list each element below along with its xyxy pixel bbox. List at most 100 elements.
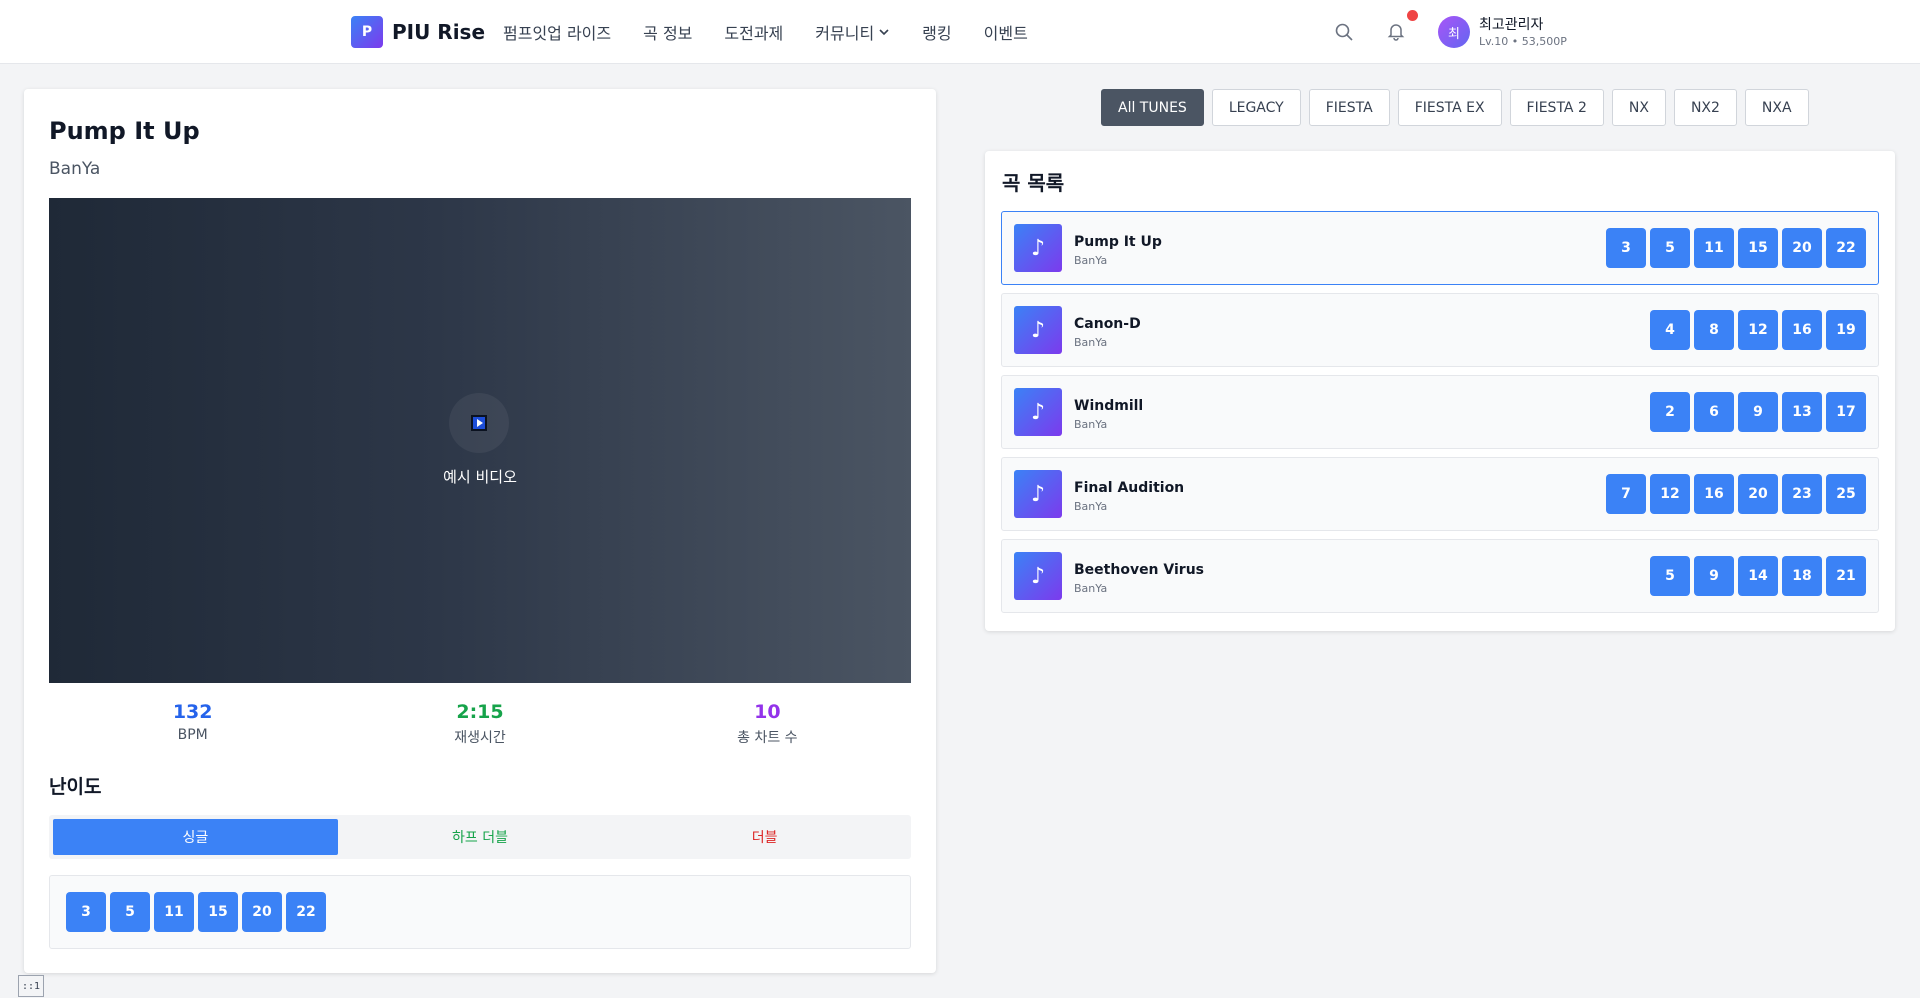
- difficulty-tabs: 싱글 하프 더블 더블: [49, 815, 911, 859]
- level-button[interactable]: 20: [242, 892, 282, 932]
- level-button[interactable]: 21: [1826, 556, 1866, 596]
- bell-icon[interactable]: [1386, 21, 1406, 41]
- level-button[interactable]: 12: [1738, 310, 1778, 350]
- level-button[interactable]: 6: [1694, 392, 1734, 432]
- song-list-item-artist: BanYa: [1074, 254, 1108, 267]
- level-button[interactable]: 8: [1694, 310, 1734, 350]
- stat-label: BPM: [177, 727, 208, 743]
- level-button[interactable]: 7: [1606, 474, 1646, 514]
- level-button[interactable]: 11: [1694, 228, 1734, 268]
- chevron-down-icon: [879, 29, 889, 36]
- song-list-item-artist: BanYa: [1074, 336, 1108, 349]
- tab-fiesta-ex[interactable]: FIESTA EX: [1397, 89, 1502, 126]
- stat-bpm: 132 BPM: [49, 701, 336, 757]
- level-button[interactable]: 9: [1738, 392, 1778, 432]
- song-list-title: 곡 목록: [1002, 171, 1065, 195]
- main-nav: 펌프잇업 라이즈 곡 정보 도전과제 커뮤니티 랭킹 이벤트: [503, 0, 1060, 64]
- stat-duration: 2:15 재생시간: [336, 701, 623, 757]
- level-button[interactable]: 13: [1782, 392, 1822, 432]
- song-list-item-artist: BanYa: [1074, 418, 1108, 431]
- level-button[interactable]: 4: [1650, 310, 1690, 350]
- song-list-item-title: Final Audition: [1074, 480, 1185, 496]
- tab-fiesta[interactable]: FIESTA: [1308, 89, 1390, 126]
- level-button[interactable]: 22: [1826, 228, 1866, 268]
- song-title: Pump It Up: [49, 117, 200, 145]
- avatar[interactable]: 최: [1438, 16, 1470, 48]
- level-button[interactable]: 11: [154, 892, 194, 932]
- level-button[interactable]: 16: [1694, 474, 1734, 514]
- stat-label: 재생시간: [454, 730, 506, 746]
- top-header: P PIU Rise 펌프잇업 라이즈 곡 정보 도전과제 커뮤니티 랭킹 이벤…: [0, 0, 1920, 64]
- nav-item-community-label: 커뮤니티: [815, 24, 875, 43]
- song-list-item[interactable]: ♪ Beethoven Virus BanYa 5 9 14 18 21: [1001, 539, 1879, 613]
- song-list-item[interactable]: ♪ Canon-D BanYa 4 8 12 16 19: [1001, 293, 1879, 367]
- tab-single[interactable]: 싱글: [53, 819, 338, 855]
- song-list-item-artist: BanYa: [1074, 582, 1108, 595]
- level-button[interactable]: 5: [110, 892, 150, 932]
- video-label: 예시 비디오: [443, 468, 517, 486]
- song-list-card: 곡 목록 ♪ Pump It Up BanYa 3 5 11 15 20 22 …: [985, 151, 1895, 631]
- level-button[interactable]: 20: [1782, 228, 1822, 268]
- level-button[interactable]: 17: [1826, 392, 1866, 432]
- logo[interactable]: P PIU Rise: [351, 16, 485, 48]
- level-button[interactable]: 18: [1782, 556, 1822, 596]
- song-list-item-title: Canon-D: [1074, 316, 1141, 332]
- level-button[interactable]: 22: [286, 892, 326, 932]
- tab-nxa[interactable]: NXA: [1744, 89, 1809, 126]
- level-button[interactable]: 19: [1826, 310, 1866, 350]
- level-button[interactable]: 15: [198, 892, 238, 932]
- tab-legacy[interactable]: LEGACY: [1211, 89, 1301, 126]
- tab-nx[interactable]: NX: [1611, 89, 1666, 126]
- song-stats: 132 BPM 2:15 재생시간 10 총 차트 수: [49, 701, 911, 757]
- song-list-item[interactable]: ♪ Final Audition BanYa 7 12 16 20 23 25: [1001, 457, 1879, 531]
- song-artist: BanYa: [49, 159, 101, 179]
- tab-half-double[interactable]: 하프 더블: [338, 819, 623, 855]
- logo-text: PIU Rise: [392, 20, 486, 44]
- nav-item-events[interactable]: 이벤트: [984, 20, 1028, 44]
- level-button[interactable]: 23: [1782, 474, 1822, 514]
- nav-item-ranking[interactable]: 랭킹: [922, 20, 951, 44]
- level-button[interactable]: 3: [1606, 228, 1646, 268]
- version-tabs: All TUNES LEGACY FIESTA FIESTA EX FIESTA…: [1101, 89, 1817, 126]
- level-button[interactable]: 5: [1650, 228, 1690, 268]
- song-list-item-levels: 7 12 16 20 23 25: [1602, 474, 1866, 514]
- level-button[interactable]: 2: [1650, 392, 1690, 432]
- song-list-item-levels: 3 5 11 15 20 22: [1602, 228, 1866, 268]
- nav-item-community[interactable]: 커뮤니티: [815, 20, 890, 44]
- level-button[interactable]: 25: [1826, 474, 1866, 514]
- level-button[interactable]: 20: [1738, 474, 1778, 514]
- stat-value: 132: [172, 701, 213, 723]
- song-list-item[interactable]: ♪ Pump It Up BanYa 3 5 11 15 20 22: [1001, 211, 1879, 285]
- level-button[interactable]: 9: [1694, 556, 1734, 596]
- song-list-item-levels: 2 6 9 13 17: [1646, 392, 1866, 432]
- video-player[interactable]: 예시 비디오: [49, 198, 911, 683]
- tab-nx2[interactable]: NX2: [1673, 89, 1737, 126]
- song-detail-card: Pump It Up BanYa 예시 비디오 132 BPM 2:15 재생시…: [24, 89, 936, 973]
- song-list-item-title: Beethoven Virus: [1074, 562, 1204, 578]
- song-list-item[interactable]: ♪ Windmill BanYa 2 6 9 13 17: [1001, 375, 1879, 449]
- dev-indicator-badge: ::1: [18, 975, 44, 997]
- song-list-item-levels: 4 8 12 16 19: [1646, 310, 1866, 350]
- stat-label: 총 차트 수: [737, 730, 798, 746]
- nav-item-song-info[interactable]: 곡 정보: [643, 20, 692, 44]
- difficulty-heading: 난이도: [49, 776, 102, 798]
- user-name: 최고관리자: [1479, 17, 1544, 33]
- nav-item-home[interactable]: 펌프잇업 라이즈: [503, 20, 611, 44]
- tab-double[interactable]: 더블: [622, 819, 907, 855]
- play-button[interactable]: [449, 393, 509, 453]
- level-button[interactable]: 16: [1782, 310, 1822, 350]
- music-note-icon: ♪: [1014, 470, 1062, 518]
- level-button[interactable]: 14: [1738, 556, 1778, 596]
- play-icon: [471, 415, 487, 431]
- tab-all-tunes[interactable]: All TUNES: [1101, 89, 1204, 126]
- song-list-item-levels: 5 9 14 18 21: [1646, 556, 1866, 596]
- level-button[interactable]: 5: [1650, 556, 1690, 596]
- level-button[interactable]: 15: [1738, 228, 1778, 268]
- search-icon[interactable]: [1334, 22, 1354, 42]
- nav-item-challenges[interactable]: 도전과제: [724, 20, 783, 44]
- level-button[interactable]: 3: [66, 892, 106, 932]
- tab-fiesta-2[interactable]: FIESTA 2: [1509, 89, 1604, 126]
- level-list: 3 5 11 15 20 22: [49, 875, 911, 949]
- level-button[interactable]: 12: [1650, 474, 1690, 514]
- stat-chart-count: 10 총 차트 수: [624, 701, 911, 757]
